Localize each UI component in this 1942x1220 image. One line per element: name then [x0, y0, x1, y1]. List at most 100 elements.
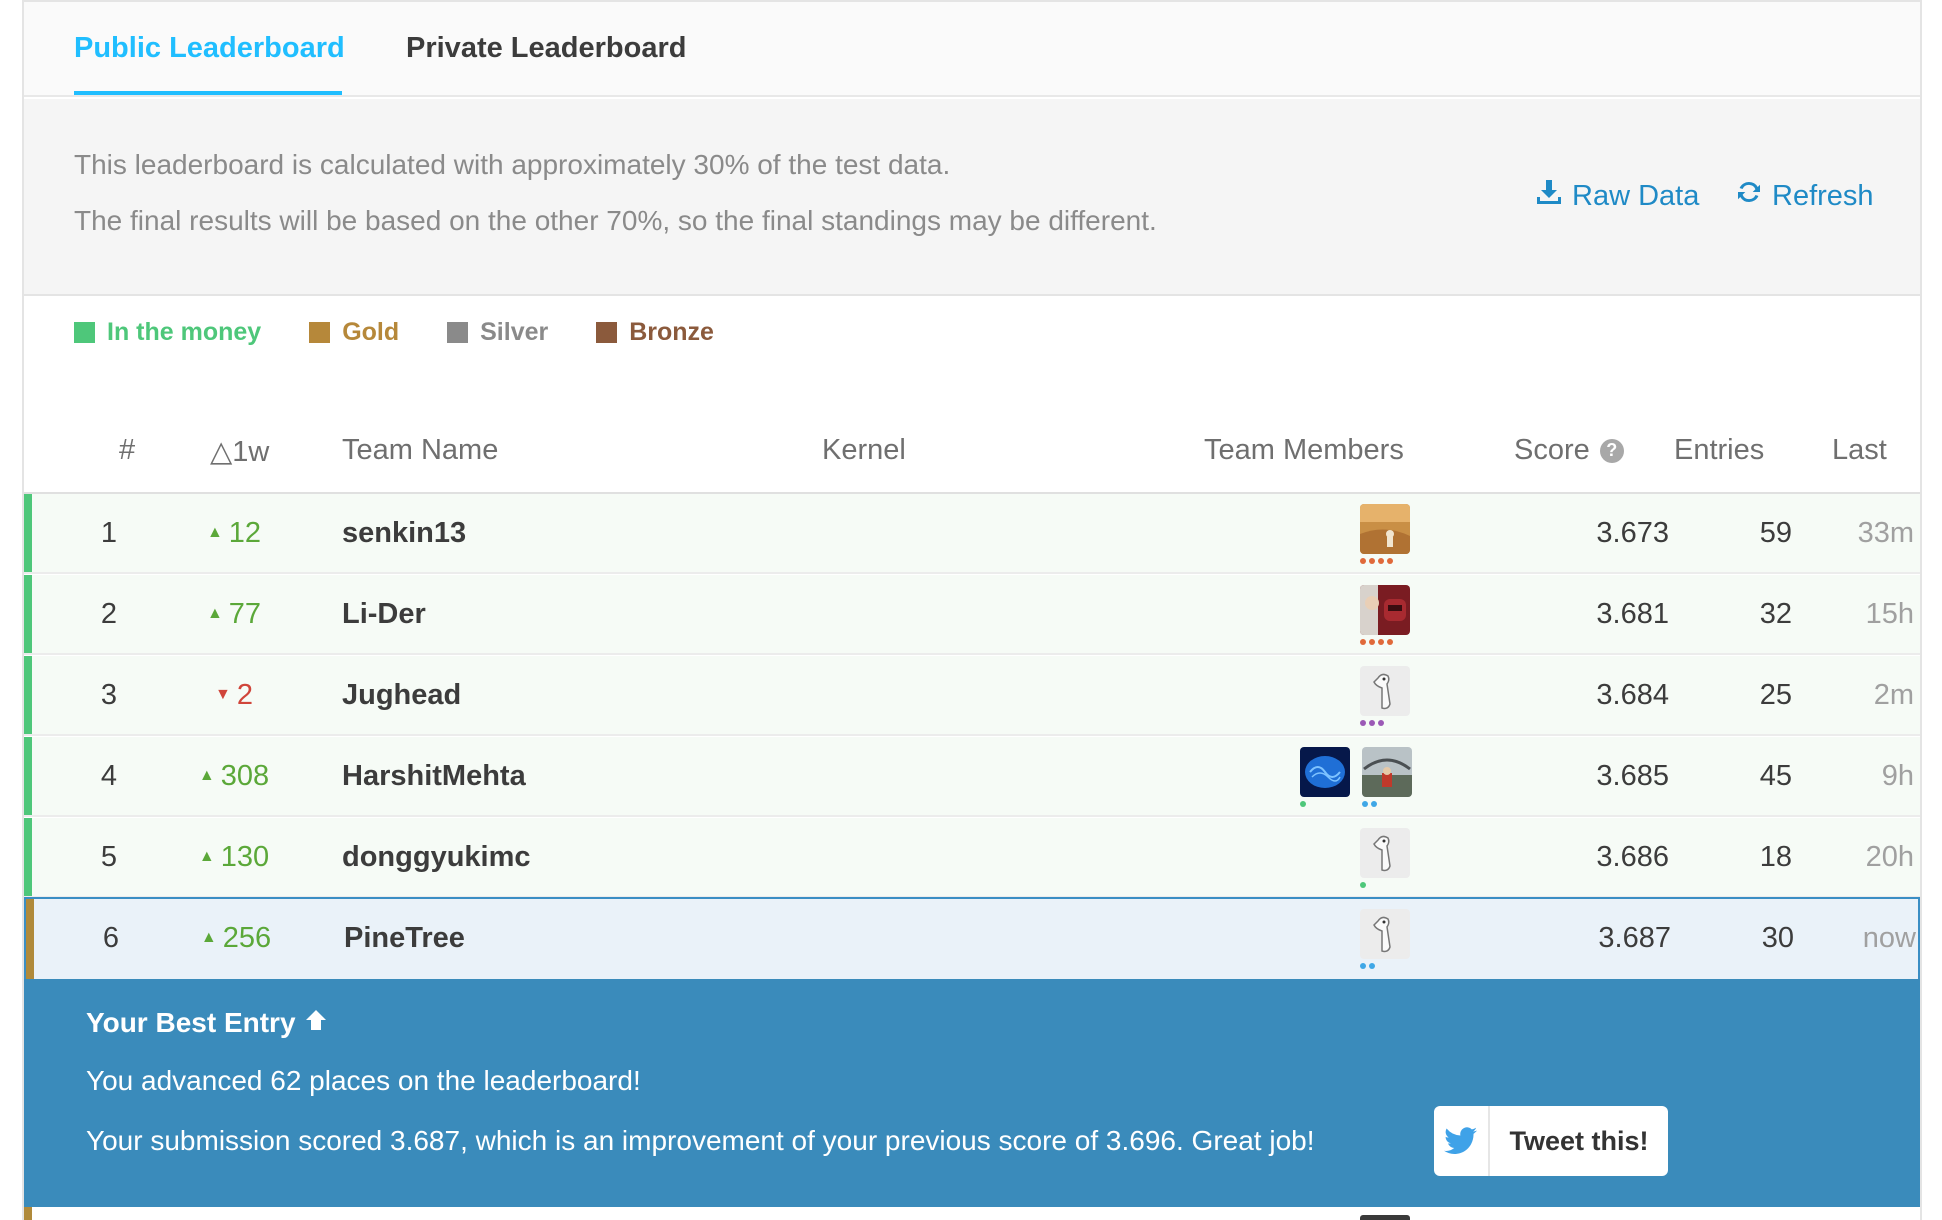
rank: 3 [100, 678, 118, 711]
goose-avatar-icon[interactable] [1360, 909, 1410, 959]
arrow-up-icon: ▲ [206, 605, 223, 622]
tweet-button[interactable]: Tweet this! [1434, 1106, 1668, 1176]
bronze-swatch [596, 322, 618, 343]
table-header: # △1w Team Name Kernel Team Members Scor… [24, 432, 1920, 494]
team-name[interactable]: senkin13 [342, 494, 466, 572]
table-row[interactable]: 4 ▲ 308 HarshitMehta 3.685 45 9h [24, 737, 1920, 817]
last-submission: now [1862, 921, 1916, 954]
arrow-up-icon: ▲ [198, 767, 215, 784]
rank: 1 [100, 516, 118, 549]
arrow-up-icon: ▲ [200, 929, 217, 946]
info-line-1: This leaderboard is calculated with appr… [74, 149, 951, 180]
tab-bar: Public Leaderboard Private Leaderboard [24, 2, 1920, 97]
legend-label: Gold [342, 318, 400, 346]
last-submission: 2m [1873, 678, 1914, 711]
table-row[interactable]: 3 ▼ 2 Jughead 3.684 25 2m [24, 656, 1920, 736]
tweet-label: Tweet this! [1509, 1125, 1649, 1156]
entries: 25 [1759, 678, 1792, 711]
score: 3.684 [1596, 678, 1669, 711]
table-row[interactable] [24, 1207, 1920, 1220]
active-tab-indicator [74, 91, 342, 95]
team-members [1360, 666, 1412, 730]
team-members [1360, 585, 1412, 649]
tier-dots [1300, 801, 1306, 807]
arrow-down-icon: ▼ [215, 686, 231, 703]
last-submission: 20h [1865, 840, 1914, 873]
member-avatar[interactable] [1362, 747, 1412, 797]
raw-data-button[interactable]: Raw Data [1534, 177, 1699, 215]
tab-private-leaderboard[interactable]: Private Leaderboard [406, 32, 686, 65]
table-row[interactable]: 1 ▲ 12 senkin13 3.673 59 33m [24, 494, 1920, 574]
leaderboard-panel: Public Leaderboard Private Leaderboard T… [22, 0, 1922, 1220]
arrow-up-icon [304, 1007, 328, 1039]
team-name[interactable]: donggyukimc [342, 818, 531, 896]
last-submission: 9h [1881, 759, 1914, 792]
silver-swatch [447, 322, 469, 343]
help-icon[interactable]: ? [1599, 438, 1624, 463]
legend-label: In the money [107, 318, 262, 346]
member-avatar[interactable] [1360, 1215, 1410, 1220]
table-row[interactable]: 2 ▲ 77 Li-Der 3.681 32 15h [24, 575, 1920, 655]
rank-change: ▲ 130 [174, 818, 294, 896]
rank-change-value: 130 [220, 840, 270, 873]
legend-label: Silver [480, 318, 549, 346]
tier-dots [1360, 882, 1366, 888]
legend: In the money Gold Silver Bronze [74, 318, 714, 347]
team-name[interactable]: PineTree [344, 899, 465, 977]
rank-change-value: 12 [228, 516, 262, 549]
column-last[interactable]: Last [1832, 434, 1887, 467]
rank-change-value: 256 [222, 921, 272, 954]
team-members [1360, 504, 1412, 568]
column-entries[interactable]: Entries [1674, 434, 1764, 467]
entries: 18 [1759, 840, 1792, 873]
team-members [1300, 747, 1414, 811]
score-improvement-message: Your submission scored 3.687, which is a… [86, 1125, 1315, 1156]
rank-change: ▲ 77 [174, 575, 294, 653]
legend-silver: Silver [447, 318, 548, 347]
team-name[interactable]: Li-Der [342, 575, 426, 653]
rank-change-value: 2 [236, 678, 253, 711]
goose-avatar-icon[interactable] [1360, 666, 1410, 716]
rank-change: ▼ 2 [174, 656, 294, 734]
score: 3.685 [1596, 759, 1669, 792]
column-delta[interactable]: △1w [210, 434, 269, 469]
legend-bronze: Bronze [596, 318, 714, 347]
tier-dots [1360, 639, 1393, 645]
team-name[interactable]: Jughead [342, 656, 461, 734]
raw-data-label: Raw Data [1572, 179, 1700, 212]
tier-dots [1360, 963, 1375, 969]
entries: 59 [1759, 516, 1792, 549]
goose-avatar-icon[interactable] [1360, 828, 1410, 878]
member-avatar[interactable] [1360, 585, 1410, 635]
member-avatar[interactable] [1360, 504, 1410, 554]
in-the-money-swatch [74, 322, 95, 343]
best-entry-title-text: Your Best Entry [86, 1007, 296, 1038]
in-the-money-bar [24, 737, 32, 815]
score: 3.673 [1596, 516, 1669, 549]
column-score[interactable]: Score ? [1514, 434, 1624, 467]
in-the-money-bar [24, 818, 32, 896]
score: 3.687 [1598, 921, 1671, 954]
legend-label: Bronze [629, 318, 714, 346]
table-row[interactable]: 5 ▲ 130 donggyukimc 3.686 18 20h [24, 818, 1920, 898]
score: 3.681 [1596, 597, 1669, 630]
rank: 2 [100, 597, 118, 630]
rank-change-value: 77 [228, 597, 262, 630]
column-team-members: Team Members [1204, 434, 1404, 466]
tier-dots [1360, 558, 1393, 564]
score-label: Score [1514, 434, 1590, 466]
team-members [1360, 828, 1412, 892]
tab-public-leaderboard[interactable]: Public Leaderboard [74, 32, 345, 65]
column-rank[interactable]: # [119, 434, 135, 467]
rank-change-value: 308 [220, 759, 270, 792]
arrow-up-icon: ▲ [198, 848, 215, 865]
refresh-button[interactable]: Refresh [1734, 177, 1874, 215]
advance-message: You advanced 62 places on the leaderboar… [86, 1065, 641, 1096]
rank: 6 [102, 921, 120, 954]
member-avatar[interactable] [1300, 747, 1350, 797]
team-name[interactable]: HarshitMehta [342, 737, 526, 815]
refresh-label: Refresh [1772, 179, 1874, 212]
in-the-money-bar [24, 656, 32, 734]
column-team-name[interactable]: Team Name [342, 434, 498, 467]
my-team-row[interactable]: 6 ▲ 256 PineTree 3.687 30 now [24, 897, 1920, 979]
